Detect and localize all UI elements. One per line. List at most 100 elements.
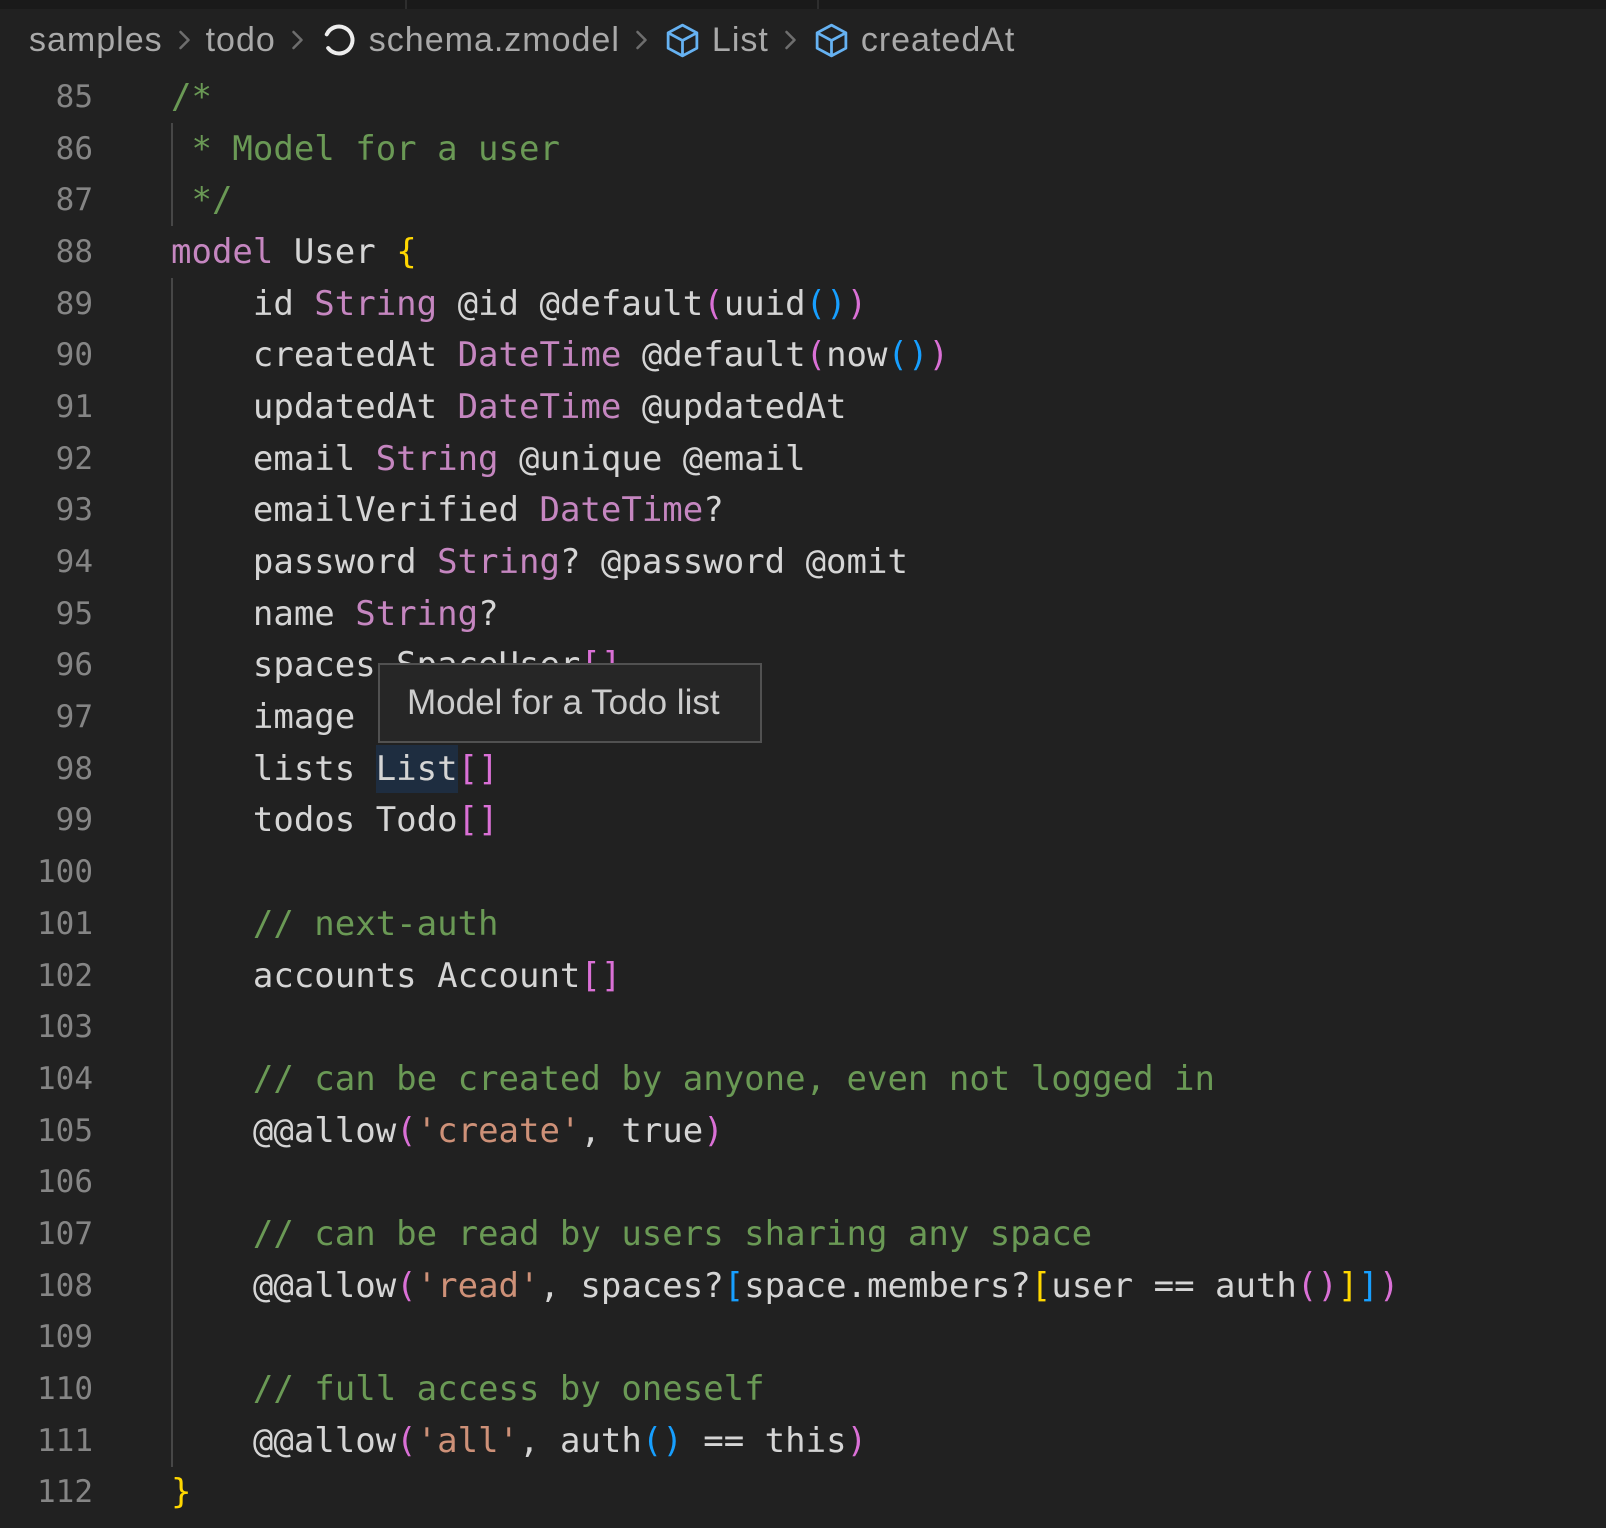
indent-guide (171, 1001, 173, 1053)
code-token: ] (1358, 1266, 1378, 1306)
tab-bar-edge (0, 0, 1606, 9)
code-line-105[interactable]: 105 @@allow('create', true) (0, 1105, 1606, 1157)
code-token: } (171, 1472, 191, 1512)
code-token: ] (1338, 1266, 1358, 1306)
code-line-89[interactable]: 89 id String @id @default(uuid()) (0, 278, 1606, 330)
code-text: // full access by oneself (171, 1363, 765, 1415)
code-line-102[interactable]: 102 accounts Account[] (0, 950, 1606, 1002)
code-line-92[interactable]: 92 email String @unique @email (0, 433, 1606, 485)
code-line-101[interactable]: 101 // next-auth (0, 898, 1606, 950)
code-line-94[interactable]: 94 password String? @password @omit (0, 536, 1606, 588)
code-line-91[interactable]: 91 updatedAt DateTime @updatedAt (0, 381, 1606, 433)
code-token: model (171, 232, 273, 272)
breadcrumb-item-todo[interactable]: todo (206, 21, 276, 60)
code-token: createdAt (171, 335, 458, 375)
code-token: accounts Account (171, 956, 580, 996)
code-token: ) (847, 1421, 867, 1461)
code-line-110[interactable]: 110 // full access by oneself (0, 1363, 1606, 1415)
code-line-107[interactable]: 107 // can be read by users sharing any … (0, 1208, 1606, 1260)
loading-spinner-icon (319, 20, 359, 60)
code-text: todos Todo[] (171, 795, 499, 847)
line-number: 107 (0, 1208, 93, 1260)
code-text: @@allow('read', spaces?[space.members?[u… (171, 1260, 1399, 1312)
line-number: 92 (0, 433, 93, 485)
chevron-right-icon (289, 25, 306, 55)
line-number: 105 (0, 1105, 93, 1157)
code-token: // next-auth (171, 904, 499, 944)
line-number: 96 (0, 640, 93, 692)
code-line-99[interactable]: 99 todos Todo[] (0, 795, 1606, 847)
code-line-93[interactable]: 93 emailVerified DateTime? (0, 485, 1606, 537)
code-token: [] (580, 956, 621, 996)
code-line-104[interactable]: 104 // can be created by anyone, even no… (0, 1053, 1606, 1105)
hovered-symbol-list[interactable]: List (376, 745, 458, 793)
code-token: String (355, 594, 478, 634)
code-line-88[interactable]: 88model User { (0, 226, 1606, 278)
code-token: user == auth (1051, 1266, 1297, 1306)
breadcrumb-item-samples[interactable]: samples (29, 21, 163, 60)
chevron-right-icon (633, 25, 650, 55)
breadcrumb-item-list[interactable]: List (663, 21, 769, 60)
code-line-103[interactable]: 103 (0, 1001, 1606, 1053)
code-text: // next-auth (171, 898, 499, 950)
code-token: */ (171, 180, 232, 220)
code-line-96[interactable]: 96 spaces SpaceUser[] (0, 640, 1606, 692)
line-number: 102 (0, 950, 93, 1002)
code-line-109[interactable]: 109 (0, 1312, 1606, 1364)
code-token: // can be created by anyone, even not lo… (171, 1059, 1215, 1099)
line-number: 108 (0, 1260, 93, 1312)
code-token: , true (580, 1111, 703, 1151)
line-number: 97 (0, 691, 93, 743)
code-token: @default (621, 335, 805, 375)
line-number: 106 (0, 1156, 93, 1208)
code-token: [ (1031, 1266, 1051, 1306)
line-number: 104 (0, 1053, 93, 1105)
code-token: // full access by oneself (171, 1369, 765, 1409)
code-token: now (826, 335, 887, 375)
code-token: @id @default (437, 284, 703, 324)
code-token: todos Todo (171, 800, 458, 840)
code-token: ) (1317, 1266, 1337, 1306)
code-line-108[interactable]: 108 @@allow('read', spaces?[space.member… (0, 1260, 1606, 1312)
code-line-112[interactable]: 112} (0, 1467, 1606, 1519)
code-line-98[interactable]: 98 lists List[] (0, 743, 1606, 795)
code-line-100[interactable]: 100 (0, 846, 1606, 898)
code-token: image (171, 697, 355, 737)
code-line-87[interactable]: 87 */ (0, 174, 1606, 226)
code-text: } (171, 1467, 191, 1519)
code-token: == this (683, 1421, 847, 1461)
line-number: 109 (0, 1312, 93, 1364)
indent-guide (171, 846, 173, 898)
hover-tooltip-text: Model for a Todo list (407, 683, 720, 723)
breadcrumb-item-schema-zmodel[interactable]: schema.zmodel (319, 20, 620, 60)
code-line-111[interactable]: 111 @@allow('all', auth() == this) (0, 1415, 1606, 1467)
code-line-106[interactable]: 106 (0, 1156, 1606, 1208)
code-token: ) (847, 284, 867, 324)
code-line-97[interactable]: 97 image (0, 691, 1606, 743)
line-number: 101 (0, 898, 93, 950)
code-text: lists List[] (171, 743, 499, 795)
code-token: ( (396, 1266, 416, 1306)
line-number: 89 (0, 278, 93, 330)
line-number: 103 (0, 1001, 93, 1053)
code-text: updatedAt DateTime @updatedAt (171, 381, 847, 433)
line-number: 85 (0, 71, 93, 123)
breadcrumb-item-createdat[interactable]: createdAt (812, 21, 1016, 60)
tab-separator (405, 0, 407, 9)
code-token: emailVerified (171, 490, 539, 530)
code-text: id String @id @default(uuid()) (171, 278, 867, 330)
code-line-95[interactable]: 95 name String? (0, 588, 1606, 640)
breadcrumb-separator (782, 25, 799, 55)
code-line-86[interactable]: 86 * Model for a user (0, 123, 1606, 175)
breadcrumb-separator (289, 25, 306, 55)
tab-separator (817, 0, 819, 9)
breadcrumb-label: todo (206, 21, 276, 60)
code-area[interactable]: 85/*86 * Model for a user87 */88model Us… (0, 71, 1606, 1518)
code-line-90[interactable]: 90 createdAt DateTime @default(now()) (0, 329, 1606, 381)
line-number: 91 (0, 381, 93, 433)
code-text: image (171, 691, 355, 743)
code-token: @@allow (171, 1266, 396, 1306)
code-token: () (806, 284, 847, 324)
code-line-85[interactable]: 85/* (0, 71, 1606, 123)
code-text: emailVerified DateTime? (171, 485, 724, 537)
